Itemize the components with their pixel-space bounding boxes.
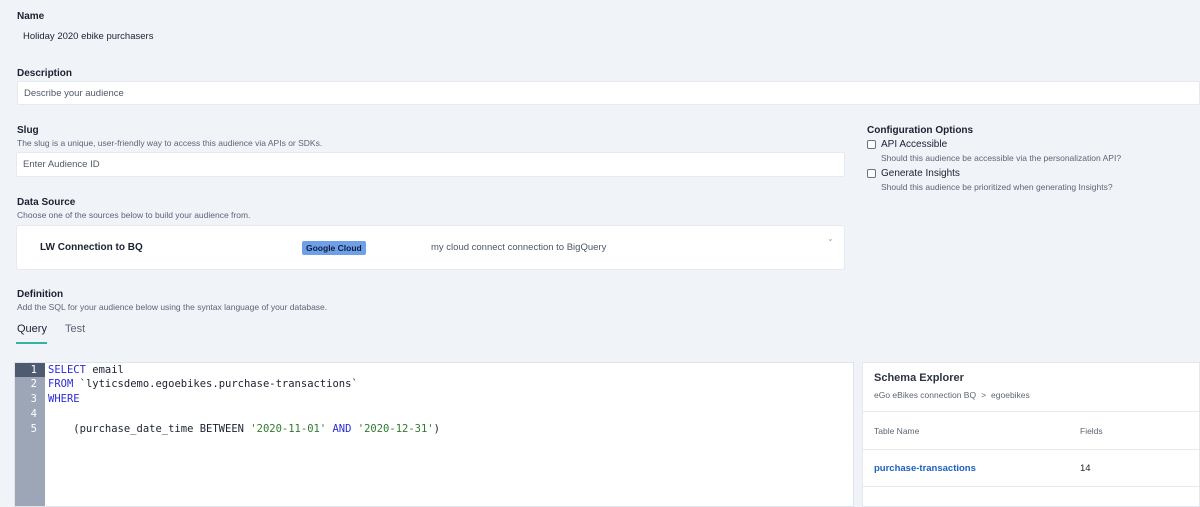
divider — [863, 449, 1199, 450]
sql-string: '2020-11-01' — [250, 423, 327, 435]
sql-string: '2020-12-31' — [357, 423, 434, 435]
generate-insights-option[interactable]: Generate Insights — [867, 168, 960, 179]
slug-input[interactable] — [23, 159, 844, 170]
api-accessible-checkbox[interactable] — [867, 140, 876, 149]
line-number: 4 — [30, 408, 37, 420]
line-number: 3 — [30, 393, 37, 405]
divider — [863, 411, 1199, 412]
api-accessible-label: API Accessible — [881, 139, 948, 150]
sql-text: email — [85, 364, 124, 376]
divider — [863, 486, 1199, 487]
sql-editor[interactable]: 1 2 3 4 5 SELECT email FROM `lyticsdemo.… — [14, 362, 854, 507]
definition-label: Definition — [17, 289, 64, 300]
table-row-name[interactable]: purchase-transactions — [874, 463, 976, 474]
sql-text: (purchase_date_time BETWEEN — [48, 423, 251, 435]
sql-keyword: AND — [326, 423, 358, 435]
schema-explorer-title: Schema Explorer — [874, 372, 964, 384]
breadcrumb: eGo eBikes connection BQ > egoebikes — [874, 390, 1030, 400]
name-input[interactable] — [23, 30, 1200, 42]
description-input[interactable] — [24, 87, 1199, 99]
data-source-name: LW Connection to BQ — [40, 242, 143, 253]
data-source-badge: Google Cloud — [302, 241, 366, 255]
slug-label: Slug — [17, 125, 39, 136]
code-line-1: SELECT email — [48, 363, 124, 377]
data-source-description: my cloud connect connection to BigQuery — [431, 242, 607, 253]
description-field[interactable] — [17, 81, 1200, 105]
description-label: Description — [17, 68, 73, 79]
sql-text: ) — [433, 423, 440, 435]
breadcrumb-dataset[interactable]: egoebikes — [991, 390, 1030, 400]
table-row-fields: 14 — [1080, 463, 1091, 474]
breadcrumb-separator: > — [981, 390, 987, 400]
line-number: 2 — [30, 378, 37, 390]
code-line-5: (purchase_date_time BETWEEN '2020-11-01'… — [48, 422, 440, 436]
code-line-2: FROM `lyticsdemo.egoebikes.purchase-tran… — [48, 377, 358, 391]
definition-help: Add the SQL for your audience below usin… — [17, 302, 328, 312]
column-header-table-name: Table Name — [874, 426, 920, 436]
data-source-option[interactable]: LW Connection to BQ Google Cloud my clou… — [16, 225, 845, 270]
chevron-down-icon[interactable]: ⌄ — [827, 234, 834, 243]
generate-insights-checkbox[interactable] — [867, 169, 876, 178]
active-tab-indicator — [16, 342, 47, 344]
sql-keyword: SELECT — [48, 364, 86, 376]
api-accessible-option[interactable]: API Accessible — [867, 139, 947, 150]
schema-explorer: Schema Explorer eGo eBikes connection BQ… — [862, 362, 1200, 507]
tab-test[interactable]: Test — [65, 323, 85, 335]
generate-insights-label: Generate Insights — [881, 168, 960, 179]
api-accessible-help: Should this audience be accessible via t… — [881, 153, 1122, 163]
config-label: Configuration Options — [867, 125, 974, 136]
data-source-help: Choose one of the sources below to build… — [17, 210, 251, 220]
generate-insights-help: Should this audience be prioritized when… — [881, 182, 1113, 192]
line-number: 5 — [30, 423, 37, 435]
slug-field[interactable] — [16, 152, 845, 177]
data-source-label: Data Source — [17, 197, 76, 208]
breadcrumb-connection[interactable]: eGo eBikes connection BQ — [874, 390, 976, 400]
sql-keyword: WHERE — [48, 393, 80, 405]
name-field[interactable] — [17, 26, 1200, 46]
name-label: Name — [17, 11, 45, 22]
code-line-3: WHERE — [48, 392, 80, 406]
sql-text: `lyticsdemo.egoebikes.purchase-transacti… — [73, 378, 358, 390]
sql-keyword: FROM — [48, 378, 74, 390]
tab-query[interactable]: Query — [17, 323, 47, 335]
slug-help: The slug is a unique, user-friendly way … — [17, 138, 323, 148]
column-header-fields: Fields — [1080, 426, 1103, 436]
line-number: 1 — [15, 363, 45, 377]
